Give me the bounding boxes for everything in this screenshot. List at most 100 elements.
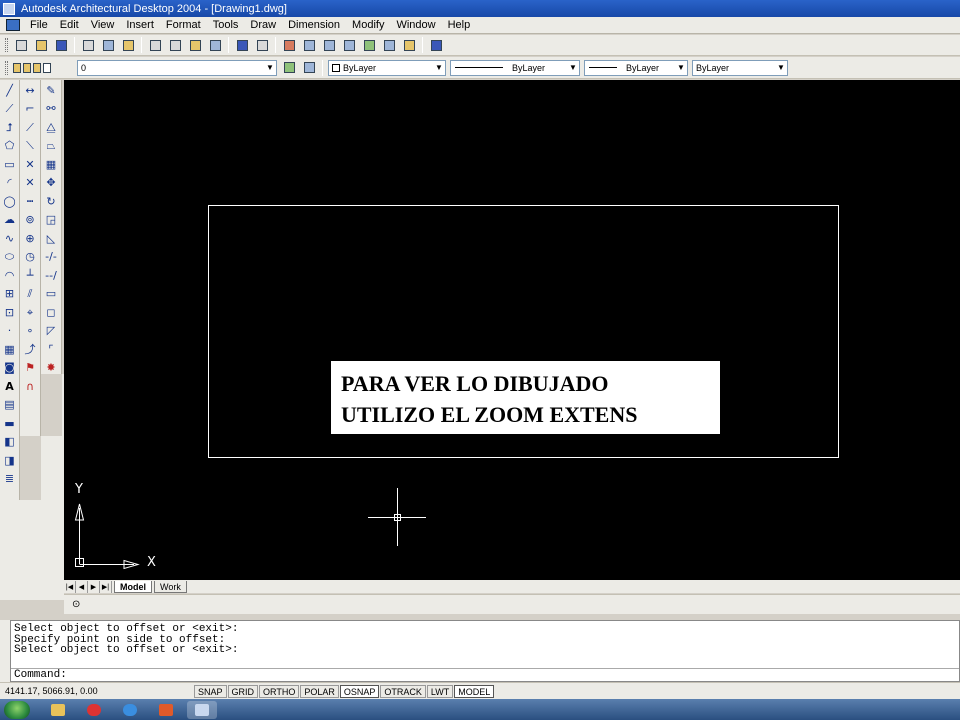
next-tab-icon[interactable]: ▶: [88, 580, 100, 593]
chevron-down-icon[interactable]: ▼: [775, 61, 787, 75]
copy-object-icon[interactable]: ⚯: [43, 101, 59, 117]
first-tab-icon[interactable]: |◀: [64, 580, 76, 593]
menu-help[interactable]: Help: [442, 17, 477, 33]
polar-toggle[interactable]: POLAR: [300, 684, 339, 698]
copy-icon[interactable]: [167, 37, 183, 53]
command-prompt[interactable]: Command:: [11, 668, 959, 681]
command-window[interactable]: Select object to offset or <exit>: Speci…: [10, 620, 960, 682]
tab-work[interactable]: Work: [154, 580, 187, 593]
new-file-icon[interactable]: [13, 37, 29, 53]
dimension-radius-icon[interactable]: ⟍: [22, 138, 38, 154]
rectangle-icon[interactable]: ▭: [2, 156, 18, 172]
stretch-icon[interactable]: ◺: [43, 230, 59, 246]
tab-model[interactable]: Model: [114, 580, 152, 593]
chevron-down-icon[interactable]: ▼: [567, 61, 579, 75]
menu-insert[interactable]: Insert: [120, 17, 160, 33]
dimension-linear-icon[interactable]: ↔: [22, 82, 38, 98]
menu-window[interactable]: Window: [390, 17, 441, 33]
undo-icon[interactable]: [234, 37, 250, 53]
move-icon[interactable]: ✥: [43, 175, 59, 191]
make-block-icon[interactable]: ⊡: [2, 304, 18, 320]
rotate-icon[interactable]: ↻: [43, 193, 59, 209]
polygon-icon[interactable]: ⬠: [2, 138, 18, 154]
coordinate-readout[interactable]: 4141.17, 5066.91, 0.00: [0, 686, 194, 696]
open-file-icon[interactable]: [33, 37, 49, 53]
construction-line-icon[interactable]: ⟋: [2, 101, 18, 117]
explode-icon[interactable]: ✸: [43, 360, 59, 376]
dimension-angular-icon[interactable]: ✕: [22, 175, 38, 191]
pan-icon[interactable]: [281, 37, 297, 53]
insert-block-icon[interactable]: ⊞: [2, 286, 18, 302]
match-properties-icon[interactable]: [207, 37, 223, 53]
menu-edit[interactable]: Edit: [54, 17, 85, 33]
join-icon[interactable]: ◻: [43, 304, 59, 320]
ellipse-arc-icon[interactable]: ◠: [2, 267, 18, 283]
window-tool-icon[interactable]: ◨: [2, 452, 18, 468]
circle-icon[interactable]: ◯: [2, 193, 18, 209]
toolbar-grip[interactable]: [5, 38, 8, 52]
polyline-icon[interactable]: ⮥: [2, 119, 18, 135]
grid-toggle[interactable]: GRID: [227, 684, 259, 698]
menu-file[interactable]: File: [24, 17, 54, 33]
dimension-style-icon[interactable]: ⚑: [22, 360, 38, 376]
plot-preview-icon[interactable]: [100, 37, 116, 53]
arc-icon[interactable]: ◜: [2, 175, 18, 191]
mirror-icon[interactable]: ⧋: [43, 119, 59, 135]
menu-dimension[interactable]: Dimension: [282, 17, 346, 33]
door-tool-icon[interactable]: ◧: [2, 434, 18, 450]
quick-leader-icon[interactable]: ◷: [22, 249, 38, 265]
media-player-icon[interactable]: [79, 701, 109, 719]
baseline-dimension-icon[interactable]: ⊚: [22, 212, 38, 228]
menu-view[interactable]: View: [85, 17, 121, 33]
linetype-combo[interactable]: ByLayer ▼: [450, 59, 580, 76]
last-tab-icon[interactable]: ▶|: [100, 580, 112, 593]
lwt-toggle[interactable]: LWT: [426, 684, 454, 698]
command-window-grip[interactable]: [0, 620, 10, 682]
chevron-down-icon[interactable]: ▼: [675, 61, 687, 75]
start-button[interactable]: [4, 700, 30, 719]
tool-palettes-icon[interactable]: [401, 37, 417, 53]
menu-tools[interactable]: Tools: [207, 17, 245, 33]
dimension-text-edit-icon[interactable]: ∘: [22, 323, 38, 339]
dimension-update-icon[interactable]: ⤴: [22, 341, 38, 357]
chamfer-icon[interactable]: ◸: [43, 323, 59, 339]
ortho-toggle[interactable]: ORTHO: [259, 684, 300, 698]
layer-previous-icon[interactable]: [301, 60, 317, 76]
erase-icon[interactable]: ✎: [43, 82, 59, 98]
autocad-icon[interactable]: [187, 700, 217, 719]
paste-icon[interactable]: [187, 37, 203, 53]
ellipse-icon[interactable]: ⬭: [2, 249, 18, 265]
chevron-down-icon[interactable]: ▼: [264, 61, 276, 75]
cut-icon[interactable]: [147, 37, 163, 53]
region-icon[interactable]: ◙: [2, 360, 18, 376]
array-icon[interactable]: ▦: [43, 156, 59, 172]
break-icon[interactable]: ▭: [43, 286, 59, 302]
zoom-previous-icon[interactable]: [341, 37, 357, 53]
offset-icon[interactable]: ⏢: [43, 138, 59, 154]
wall-tool-icon[interactable]: ▬: [2, 415, 18, 431]
internet-explorer-icon[interactable]: [115, 701, 145, 719]
properties-icon[interactable]: [361, 37, 377, 53]
help-icon[interactable]: [428, 37, 444, 53]
color-combo[interactable]: ByLayer ▼: [328, 59, 446, 76]
make-current-layer-icon[interactable]: [281, 60, 297, 76]
previous-tab-icon[interactable]: ◀: [76, 580, 88, 593]
plot-icon[interactable]: [80, 37, 96, 53]
layer-combo[interactable]: 0 ▼: [77, 59, 277, 76]
dimension-ordinate-icon[interactable]: ⟋: [22, 119, 38, 135]
scale-icon[interactable]: ◲: [43, 212, 59, 228]
hatch-icon[interactable]: ▦: [2, 341, 18, 357]
dimension-edit-icon[interactable]: ⌖: [22, 304, 38, 320]
toolbar-grip[interactable]: [5, 60, 8, 75]
plotstyle-combo[interactable]: ByLayer ▼: [692, 59, 788, 76]
multiline-text-icon[interactable]: A: [2, 378, 18, 394]
osnap-toggle[interactable]: OSNAP: [339, 684, 380, 698]
redo-icon[interactable]: [254, 37, 270, 53]
save-icon[interactable]: [53, 37, 69, 53]
design-center-icon[interactable]: [381, 37, 397, 53]
menu-modify[interactable]: Modify: [346, 17, 390, 33]
quick-dimension-icon[interactable]: ┅: [22, 193, 38, 209]
zoom-window-icon[interactable]: [321, 37, 337, 53]
explorer-icon[interactable]: [43, 701, 73, 719]
menu-format[interactable]: Format: [160, 17, 207, 33]
